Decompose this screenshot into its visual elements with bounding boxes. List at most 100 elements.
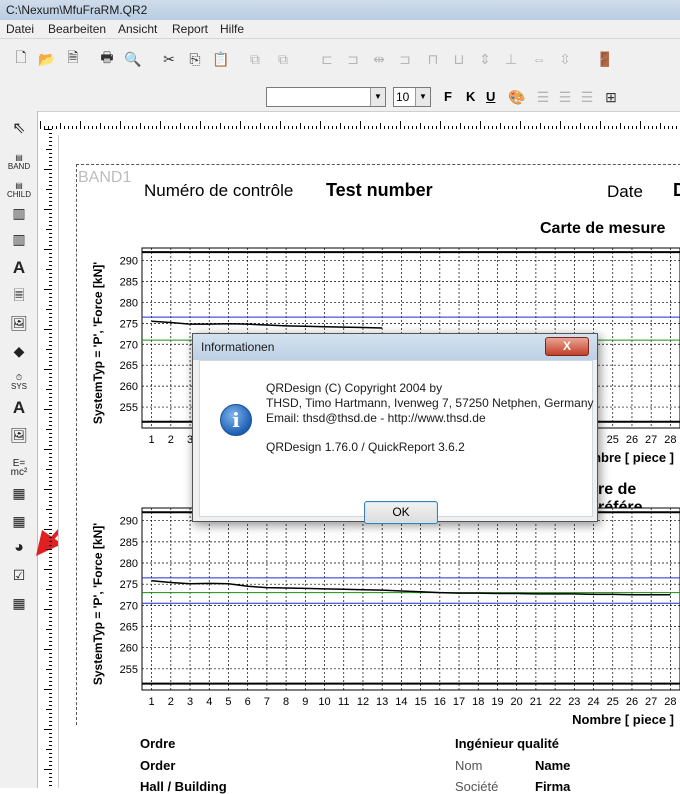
exit-icon[interactable]: 🚪: [596, 50, 614, 68]
font-size-select[interactable]: 10 ▼: [393, 87, 431, 107]
x-tick-label: 28: [664, 696, 676, 708]
x-tick-label: 26: [626, 696, 638, 708]
align-bottom-icon[interactable]: ⊥: [502, 50, 520, 68]
child-band-tool[interactable]: ▤ CHILD: [7, 181, 31, 207]
dialog-titlebar: Informationen X: [193, 334, 597, 360]
y-tick-label: 290: [120, 516, 138, 528]
test-number-field[interactable]: Test number: [326, 180, 433, 201]
x-tick-label: 25: [607, 434, 619, 446]
font-name-select[interactable]: ▼: [266, 87, 386, 107]
x-tick-label: 21: [530, 696, 542, 708]
plot-area: [141, 507, 680, 691]
firma-label[interactable]: Firma: [535, 779, 570, 794]
control-number-label[interactable]: Numéro de contrôle: [144, 181, 293, 201]
shape-icon[interactable]: ◆: [7, 344, 31, 373]
y-axis-label: SystemTyp = 'P', 'Force [kN]': [91, 262, 105, 424]
image-icon[interactable]: 🖼: [7, 316, 31, 345]
order-label[interactable]: Order: [140, 758, 175, 773]
align-vcenter-icon[interactable]: ⊔: [450, 50, 468, 68]
align-right-icon[interactable]: ⊐: [396, 50, 414, 68]
hall-building-label[interactable]: Hall / Building: [140, 779, 227, 794]
dialog-body: i QRDesign (C) Copyright 2004 by THSD, T…: [199, 360, 594, 524]
italic-button[interactable]: K: [466, 89, 475, 104]
sys-tool-label: SYS: [10, 382, 27, 391]
dialog-version: QRDesign 1.76.0 / QuickReport 3.6.2: [266, 440, 465, 454]
band-tool[interactable]: ▤ BAND: [7, 153, 31, 179]
bold-button[interactable]: F: [444, 89, 452, 104]
x-tick-label: 20: [511, 696, 523, 708]
top-ruler: [40, 121, 677, 129]
delete-file-icon[interactable]: 🗎: [64, 49, 82, 68]
font-size-value: 10: [396, 90, 410, 104]
x-tick-label: 10: [318, 696, 330, 708]
print-preview-icon[interactable]: 🔍: [124, 50, 142, 68]
text-align-right-icon[interactable]: ☰: [578, 88, 596, 106]
pointer-icon[interactable]: ⇖: [7, 121, 31, 150]
dialog-close-button[interactable]: X: [545, 337, 589, 356]
x-tick-label: 4: [206, 696, 212, 708]
dialog-title: Informationen: [201, 340, 275, 354]
align-hcenter-icon[interactable]: ⊐: [344, 50, 362, 68]
label-text-icon[interactable]: A: [7, 259, 31, 289]
grid-table-icon[interactable]: ▦: [7, 596, 31, 625]
engineer-label[interactable]: Ingénieur qualité: [455, 736, 559, 751]
color-palette-icon[interactable]: 🎨: [508, 88, 526, 106]
x-tick-label: 25: [607, 696, 619, 708]
menu-bearbeiten[interactable]: Bearbeiten: [48, 22, 106, 36]
menu-datei[interactable]: Datei: [6, 22, 34, 36]
copy-icon[interactable]: ⎘: [186, 50, 204, 68]
paste-icon[interactable]: 📋: [212, 50, 230, 68]
underline-button[interactable]: U: [486, 89, 495, 104]
memo-icon[interactable]: 🗏: [7, 288, 31, 317]
y-tick-label: 290: [120, 256, 138, 268]
date-value-field[interactable]: D: [673, 180, 680, 201]
align-top-icon[interactable]: ⊓: [424, 50, 442, 68]
send-back-icon[interactable]: ⧉: [274, 50, 292, 68]
ordre-label[interactable]: Ordre: [140, 736, 175, 751]
menu-hilfe[interactable]: Hilfe: [220, 22, 244, 36]
text-align-center-icon[interactable]: ☰: [556, 88, 574, 106]
open-folder-icon[interactable]: 📂: [38, 50, 56, 68]
dbimage-icon[interactable]: 🖼: [7, 428, 31, 457]
reference-chart[interactable]: SystemTyp = 'P', 'Force [kN]' 25526026527…: [90, 500, 680, 730]
x-tick-label: 9: [302, 696, 308, 708]
print-icon[interactable]: 🖶: [98, 49, 116, 68]
new-file-icon[interactable]: 🗋: [12, 49, 30, 68]
dialog-email: Email: thsd@thsd.de - http://www.thsd.de: [266, 411, 486, 425]
menu-report[interactable]: Report: [172, 22, 208, 36]
x-tick-label: 3: [187, 696, 193, 708]
x-tick-label: 19: [491, 696, 503, 708]
same-width-icon[interactable]: ⇔: [530, 50, 548, 68]
societe-label[interactable]: Société: [455, 779, 498, 794]
space-vert-icon[interactable]: ⇕: [476, 50, 494, 68]
align-left-icon[interactable]: ⊏: [318, 50, 336, 68]
x-tick-label: 27: [645, 434, 657, 446]
space-horiz-icon[interactable]: ⇹: [370, 50, 388, 68]
checkbox-icon[interactable]: ☑: [7, 568, 31, 597]
bring-front-icon[interactable]: ⧉: [246, 50, 264, 68]
sysdata-tool[interactable]: ⏱ SYS: [7, 373, 31, 399]
dbtext-icon[interactable]: A: [7, 399, 31, 429]
ok-button[interactable]: OK: [364, 501, 438, 524]
x-axis-label: Nombre [ piece ]: [572, 712, 674, 727]
x-tick-label: 23: [568, 696, 580, 708]
nom-label[interactable]: Nom: [455, 758, 482, 773]
y-tick-label: 255: [120, 402, 138, 414]
chart1-title: Carte de mesure: [540, 220, 666, 237]
x-tick-label: 12: [357, 696, 369, 708]
text-align-left-icon[interactable]: ☰: [534, 88, 552, 106]
y-tick-label: 280: [120, 297, 138, 309]
menu-ansicht[interactable]: Ansicht: [118, 22, 157, 36]
chevron-down-icon[interactable]: ▼: [415, 88, 430, 106]
y-tick-label: 270: [120, 600, 138, 612]
same-height-icon[interactable]: ⇳: [556, 50, 574, 68]
x-tick-label: 18: [472, 696, 484, 708]
date-label[interactable]: Date: [607, 182, 643, 202]
x-tick-label: 14: [395, 696, 407, 708]
y-tick-label: 275: [120, 318, 138, 330]
cut-icon[interactable]: ✂: [160, 50, 178, 68]
y-tick-label: 285: [120, 537, 138, 549]
name-label[interactable]: Name: [535, 758, 570, 773]
frame-icon[interactable]: ⊞: [602, 88, 620, 106]
chevron-down-icon[interactable]: ▼: [370, 88, 385, 106]
